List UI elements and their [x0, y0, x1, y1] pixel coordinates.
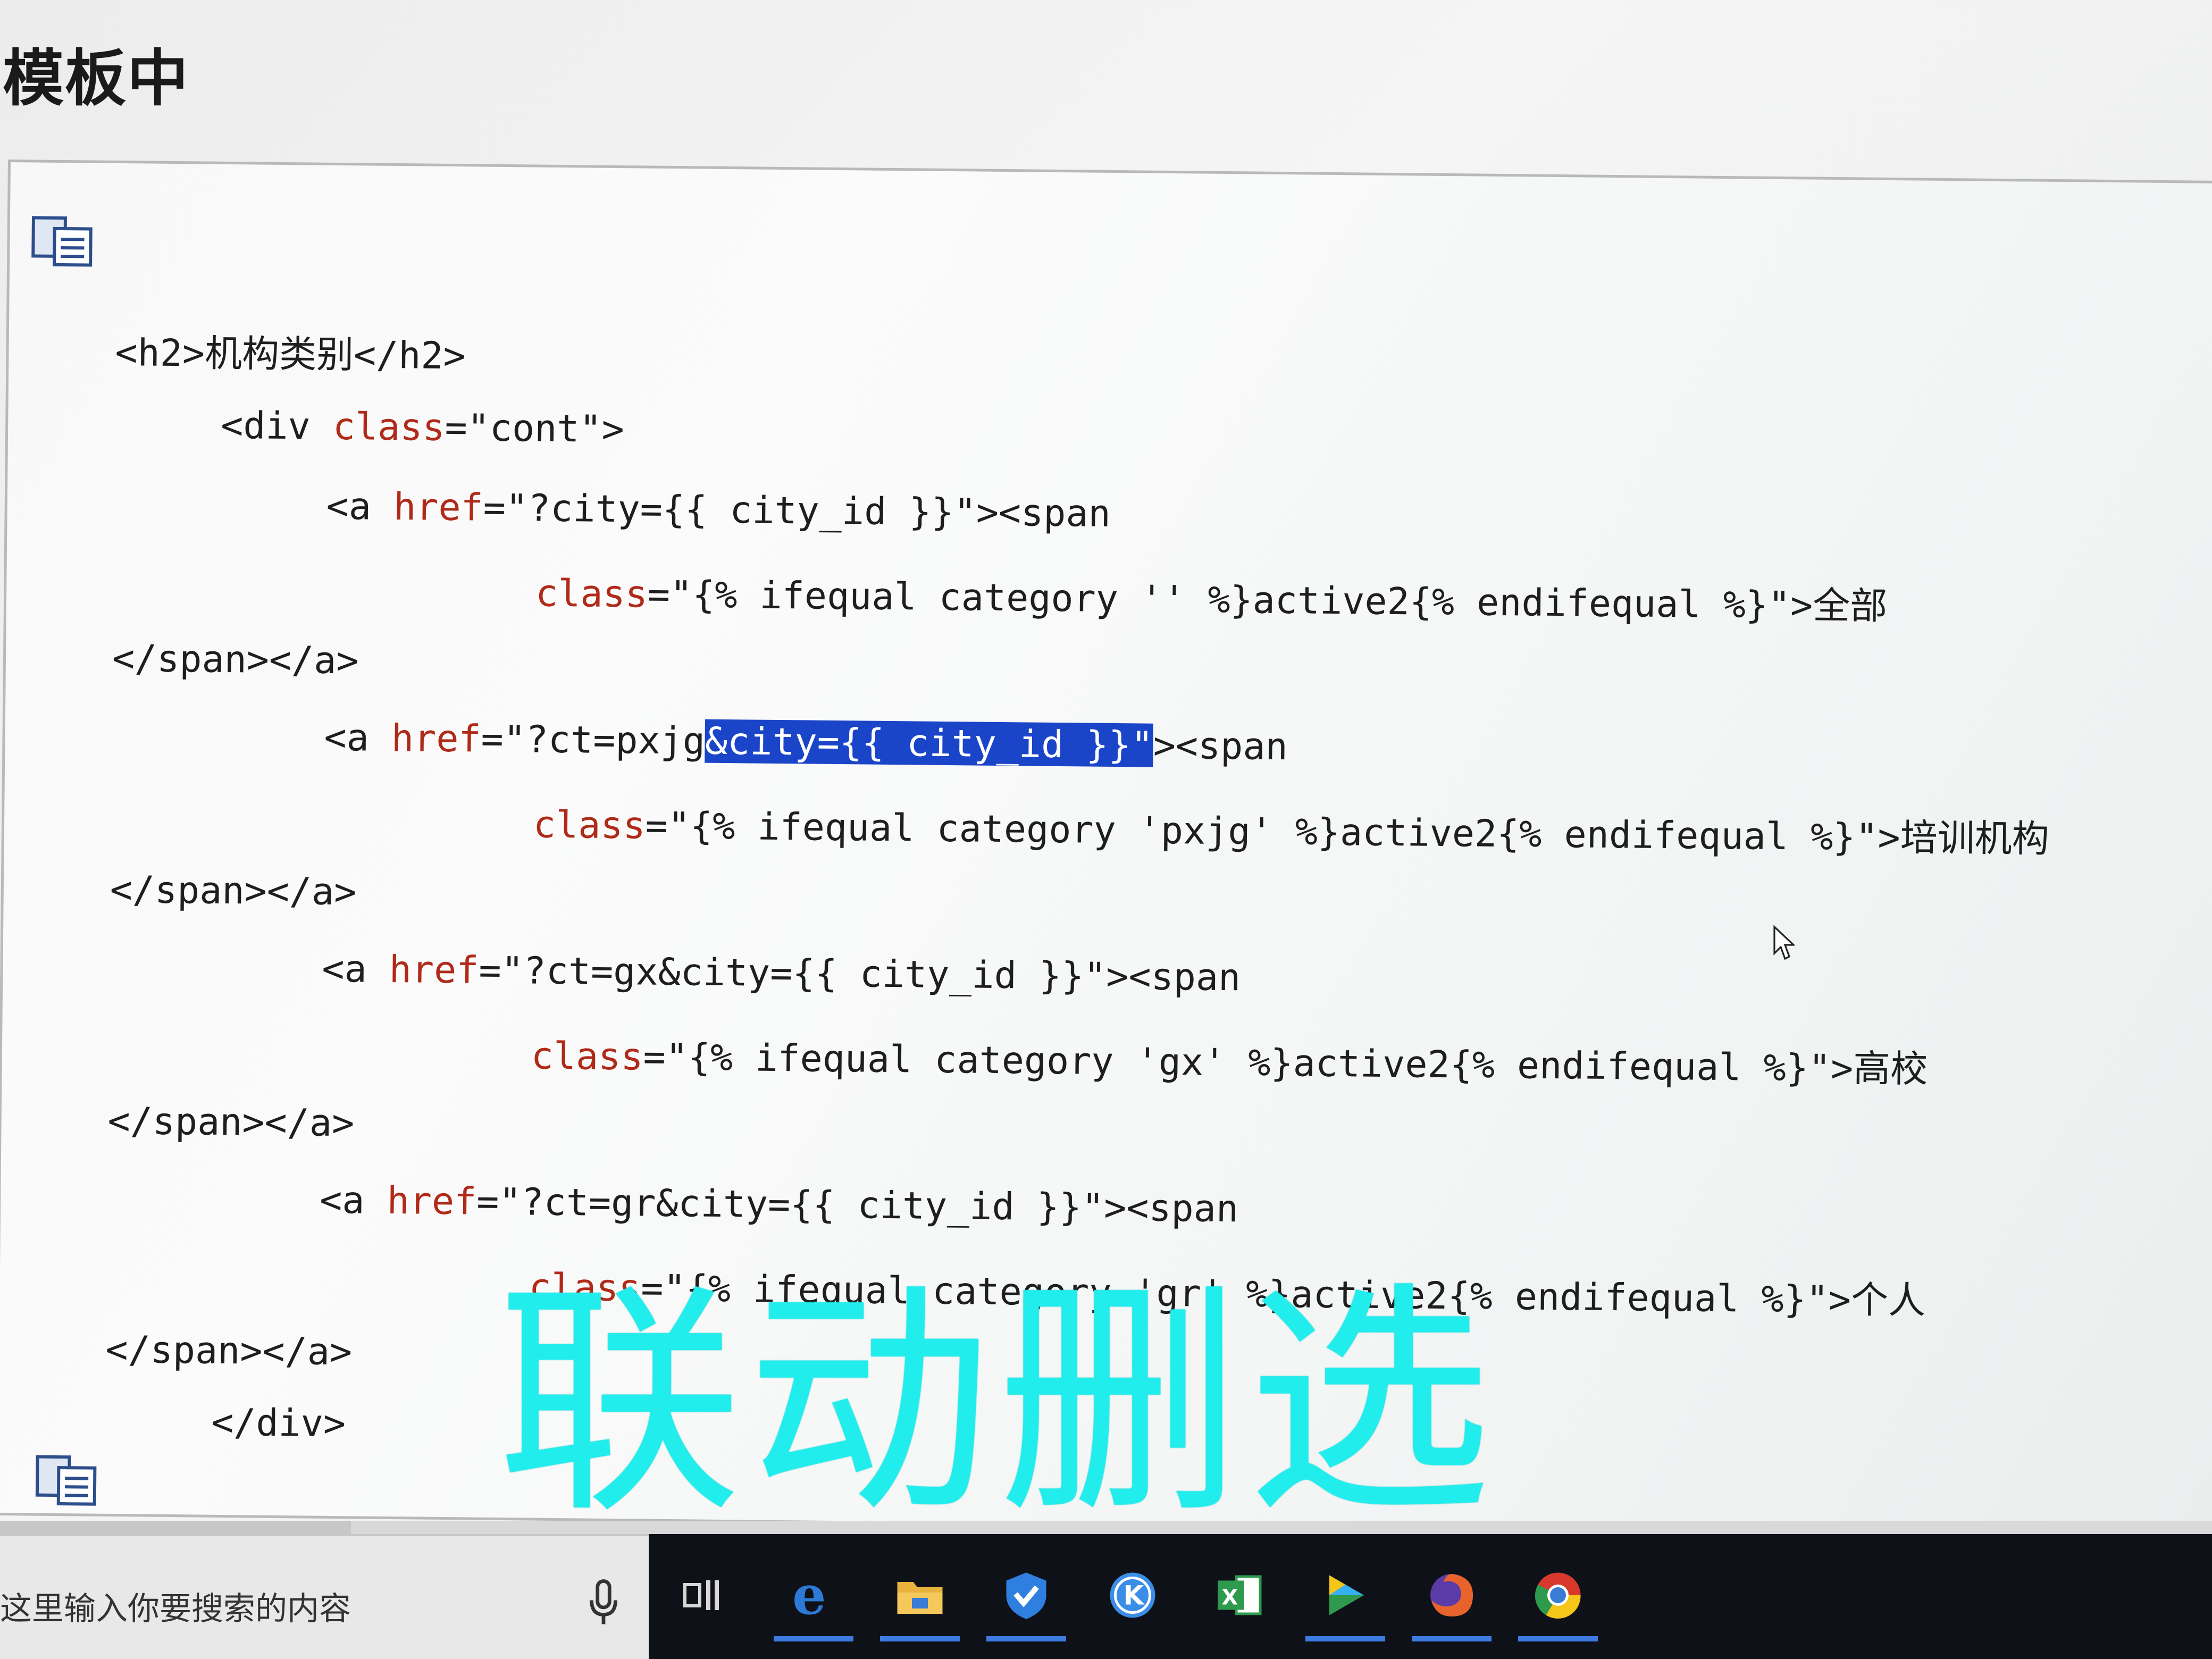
- code-token: </span></a>: [105, 1327, 353, 1374]
- code-token: href: [393, 484, 484, 530]
- svg-text:X: X: [1222, 1586, 1238, 1610]
- taskbar-search-box[interactable]: 这里输入你要搜索的内容: [0, 1534, 649, 1659]
- code-line: <a href="?ct=gr&city={{ city_id }}"><spa…: [320, 1178, 1239, 1231]
- code-line: </div>: [211, 1401, 346, 1445]
- code-token: class: [533, 802, 646, 848]
- code-line: </span></a>: [110, 868, 356, 914]
- code-token: </span></a>: [107, 1099, 355, 1145]
- security-shield-icon[interactable]: [986, 1555, 1066, 1641]
- code-token: ="{% ifequal category 'gx' %}active2{% e…: [643, 1035, 1928, 1091]
- code-line: </span></a>: [112, 636, 359, 682]
- code-line: class="{% ifequal category 'gx' %}active…: [531, 1026, 1928, 1093]
- code-line: <div class="cont">: [221, 404, 624, 451]
- code-line: </span></a>: [105, 1328, 352, 1373]
- code-token: href: [389, 947, 479, 992]
- k-app-icon[interactable]: K: [1093, 1555, 1172, 1635]
- overlay-caption: 联动删选: [497, 1261, 1497, 1546]
- code-token: ="{% ifequal category '' %}active2{% end…: [647, 572, 1888, 628]
- code-token: <a: [326, 484, 394, 529]
- code-token: ="?city={{ city_id }}"><span: [483, 485, 1111, 535]
- code-line: <a href="?ct=gx&city={{ city_id }}"><spa…: [322, 947, 1241, 1000]
- code-token: class: [332, 404, 446, 449]
- code-line: <h2>机构类别</h2>: [115, 323, 466, 380]
- horizontal-scrollbar[interactable]: [0, 1521, 2212, 1534]
- code-token: ="?ct=pxjg: [481, 717, 706, 763]
- mouse-pointer-icon: [1773, 925, 1796, 962]
- taskbar: 这里输入你要搜索的内容 e K X: [0, 1534, 2212, 1659]
- code-line: class="{% ifequal category 'pxjg' %}acti…: [533, 795, 2050, 863]
- code-token: <a: [319, 1178, 388, 1222]
- code-token: <a: [324, 715, 392, 760]
- code-line: <a href="?ct=pxjg&city={{ city_id }}"><s…: [324, 716, 1288, 768]
- code-token: href: [391, 716, 481, 761]
- code-token: href: [387, 1178, 477, 1224]
- svg-text:K: K: [1124, 1580, 1145, 1611]
- svg-text:e: e: [792, 1569, 826, 1622]
- code-line: class="{% ifequal category '' %}active2{…: [535, 564, 1888, 630]
- chrome-icon[interactable]: [1518, 1555, 1598, 1641]
- code-token: <a: [322, 946, 390, 991]
- excel-icon[interactable]: X: [1199, 1555, 1279, 1635]
- code-token: </span></a>: [110, 867, 357, 914]
- code-token: ="?ct=gr&city={{ city_id }}"><span: [476, 1179, 1239, 1231]
- copy-code-icon[interactable]: [35, 1455, 99, 1509]
- code-token: class: [535, 571, 648, 616]
- code-token: <div: [220, 403, 333, 448]
- code-line: <a href="?city={{ city_id }}"><span: [326, 484, 1111, 535]
- code-token: ="?ct=gx&city={{ city_id }}"><span: [479, 948, 1241, 1000]
- video-player-icon[interactable]: [1305, 1555, 1385, 1641]
- scrollbar-thumb[interactable]: [351, 1521, 2212, 1534]
- code-token: </span></a>: [112, 636, 359, 683]
- firefox-icon[interactable]: [1412, 1555, 1492, 1641]
- code-token: class: [531, 1034, 643, 1079]
- code-token: ="{% ifequal category 'pxjg' %}active2{%…: [645, 803, 2050, 861]
- file-explorer-icon[interactable]: [880, 1555, 960, 1641]
- microphone-icon[interactable]: [585, 1579, 622, 1627]
- copy-code-icon[interactable]: [31, 215, 95, 269]
- edge-icon[interactable]: e: [774, 1555, 853, 1641]
- page-heading: 模板中: [3, 43, 190, 114]
- code-token: ><span: [1153, 723, 1288, 769]
- task-view-icon[interactable]: [662, 1555, 742, 1635]
- code-token: </div>: [211, 1400, 346, 1446]
- selected-text: &city={{ city_id }}": [705, 719, 1154, 767]
- code-line: </span></a>: [107, 1099, 354, 1145]
- code-token: <h2>机构类别</h2>: [115, 330, 466, 378]
- search-placeholder: 这里输入你要搜索的内容: [0, 1590, 351, 1628]
- code-token: ="cont">: [445, 405, 625, 451]
